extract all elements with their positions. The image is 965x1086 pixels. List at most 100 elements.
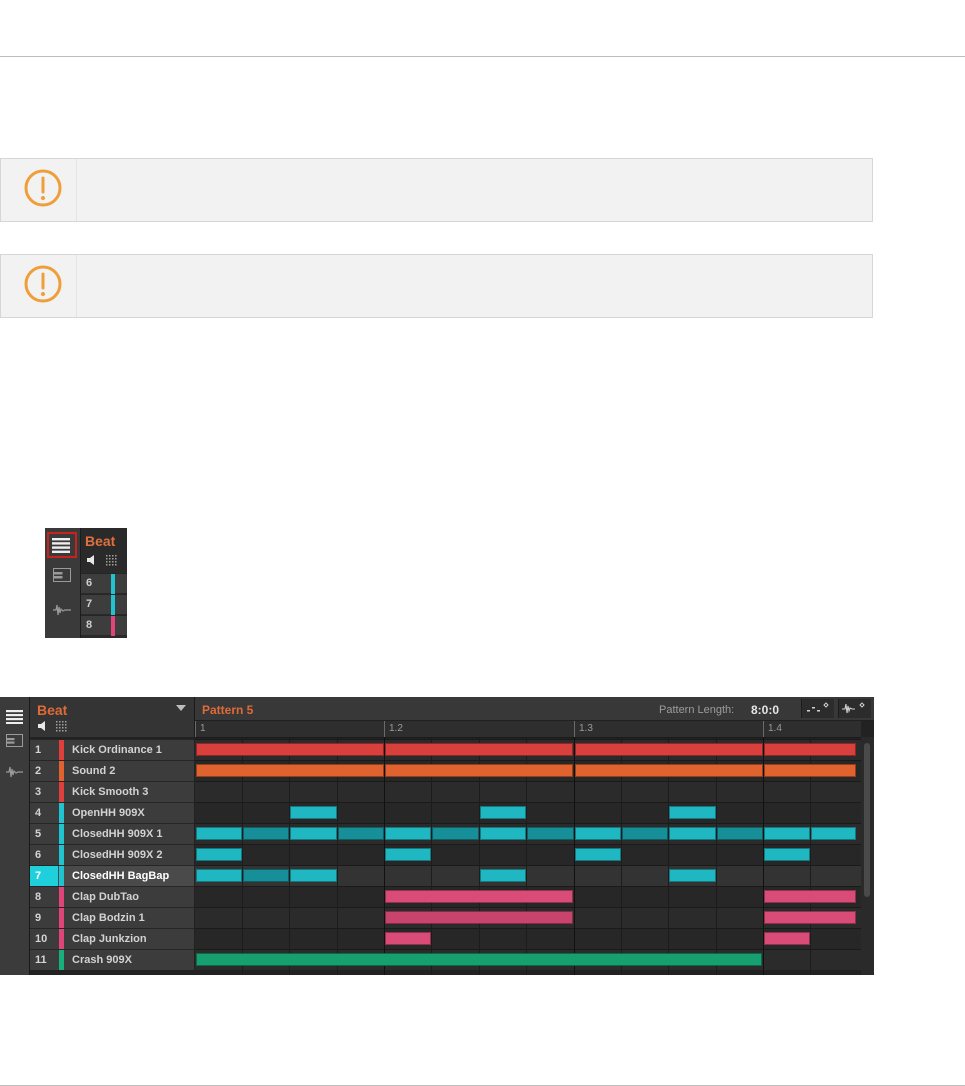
note-event[interactable] [196,743,384,756]
note-event[interactable] [480,869,526,882]
event-lane[interactable] [195,781,861,802]
warning-note-1 [0,158,873,222]
step-grid-button[interactable] [801,699,834,718]
timeline-ruler[interactable]: 1 1.2 1.3 1.4 [195,721,861,738]
vertical-scrollbar[interactable] [861,737,874,975]
note-event[interactable] [764,743,856,756]
inset-row[interactable]: 8 [81,615,127,636]
pattern-editor: Beat Pattern 5 Pattern Length: 8:0:0 1 1… [0,697,874,975]
sound-number: 4 [35,807,42,819]
keyboard-view-icon[interactable] [6,734,23,747]
audio-edit-button[interactable] [838,699,871,718]
sound-number: 10 [35,933,48,945]
sound-slot-2[interactable]: 2 Sound 2 [30,760,194,781]
keyboard-view-icon[interactable] [53,568,71,582]
ruler-label: 1 [200,723,206,734]
waveform-view-icon[interactable] [6,765,23,780]
grid-icon[interactable] [56,721,67,732]
note-event[interactable] [575,743,763,756]
sound-slot-8[interactable]: 8 Clap DubTao [30,886,194,907]
pattern-name[interactable]: Pattern 5 [202,703,253,717]
color-swatch [59,887,64,907]
note-event[interactable] [385,743,573,756]
sound-number: 1 [35,744,42,756]
grid-icon[interactable] [106,555,117,566]
group-title[interactable]: Beat [37,702,67,718]
note-event[interactable] [669,806,716,819]
color-swatch [59,761,64,781]
note-event[interactable] [669,869,716,882]
note-event[interactable] [764,827,810,840]
sound-name: OpenHH 909X [72,807,145,819]
waveform-view-icon[interactable] [53,602,71,618]
sound-name: Crash 909X [72,954,132,966]
note-event[interactable] [338,827,384,840]
note-event[interactable] [196,848,242,861]
list-view-icon[interactable] [6,709,23,724]
sound-slot-3[interactable]: 3 Kick Smooth 3 [30,781,194,802]
note-event[interactable] [243,827,289,840]
note-event[interactable] [480,827,526,840]
note-event[interactable] [764,911,856,924]
sound-slot-11[interactable]: 11 Crash 909X [30,949,194,970]
sound-number: 2 [35,765,42,777]
note-event[interactable] [290,869,337,882]
ruler-tick [384,721,385,737]
editor-sidebar [0,697,30,975]
note-event[interactable] [196,953,762,966]
note-event[interactable] [385,764,573,777]
note-event[interactable] [575,827,621,840]
sound-name: Clap Bodzin 1 [72,912,145,924]
note-event[interactable] [385,911,573,924]
speaker-icon[interactable] [38,721,48,731]
note-event[interactable] [196,827,242,840]
event-lane[interactable] [195,844,861,865]
note-event[interactable] [432,827,479,840]
note-event[interactable] [527,827,574,840]
sound-number: 7 [30,866,58,886]
note-event[interactable] [385,827,431,840]
speaker-icon[interactable] [87,555,97,565]
sound-slot-4[interactable]: 4 OpenHH 909X [30,802,194,823]
note-event[interactable] [385,890,573,903]
inset-group-title: Beat [85,533,116,549]
sound-slot-7[interactable]: 7 ClosedHH BagBap [30,865,194,886]
note-event[interactable] [764,848,810,861]
inset-row[interactable]: 6 [81,573,127,594]
color-swatch [111,574,115,594]
scrollbar-thumb[interactable] [864,743,870,897]
note-event[interactable] [764,890,856,903]
sound-slot-6[interactable]: 6 ClosedHH 909X 2 [30,844,194,865]
note-event[interactable] [290,827,337,840]
exclamation-circle-icon [24,265,62,303]
pattern-length-value[interactable]: 8:0:0 [751,703,779,717]
color-swatch [59,908,64,928]
note-event[interactable] [196,764,384,777]
event-lane[interactable] [195,928,861,949]
note-event[interactable] [669,827,716,840]
note-event[interactable] [717,827,763,840]
note-event[interactable] [575,848,621,861]
note-event[interactable] [196,869,242,882]
note-event[interactable] [480,806,526,819]
note-event[interactable] [385,932,431,945]
note-event[interactable] [385,848,431,861]
sound-slot-5[interactable]: 5 ClosedHH 909X 1 [30,823,194,844]
note-event[interactable] [622,827,668,840]
inset-row[interactable]: 7 [81,594,127,615]
color-swatch [59,740,64,760]
color-swatch [111,616,115,636]
sound-slot-1[interactable]: 1 Kick Ordinance 1 [30,739,194,760]
sound-slot-9[interactable]: 9 Clap Bodzin 1 [30,907,194,928]
color-swatch [59,845,64,865]
sound-slot-10[interactable]: 10 Clap Junkzion [30,928,194,949]
note-event[interactable] [243,869,289,882]
note-event[interactable] [811,827,856,840]
chevron-down-icon[interactable] [176,705,186,711]
note-event[interactable] [290,806,337,819]
step-grid-icon [807,702,829,712]
note-event[interactable] [764,764,856,777]
note-event[interactable] [764,932,810,945]
note-event[interactable] [575,764,763,777]
ruler-tick [763,721,764,737]
